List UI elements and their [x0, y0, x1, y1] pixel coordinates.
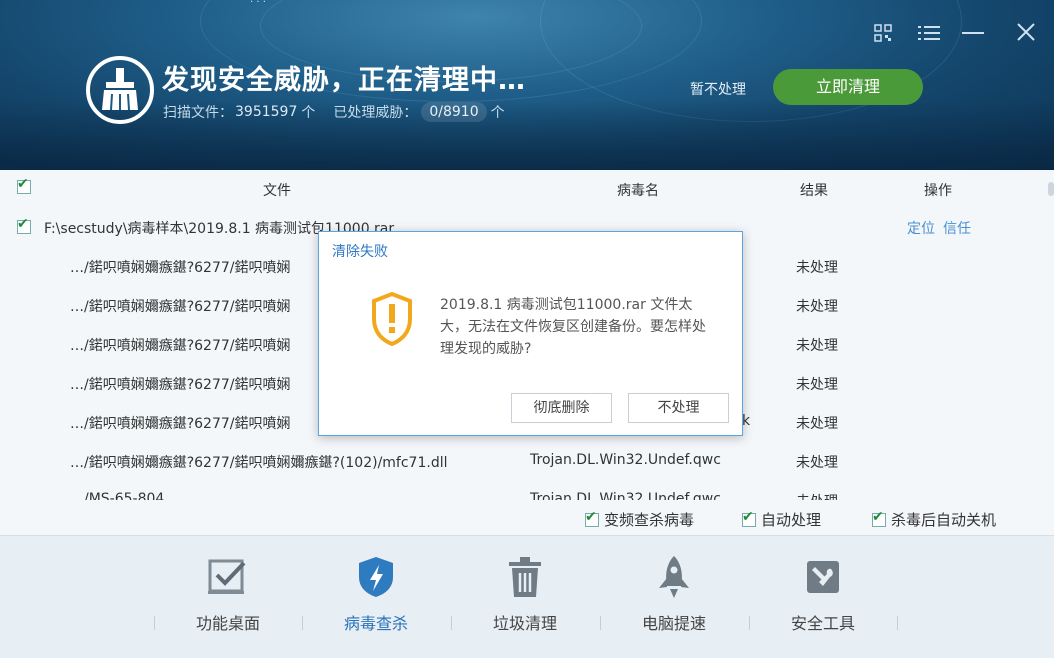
- option-label: 变频查杀病毒: [604, 511, 695, 529]
- clean-failed-dialog: 清除失败 2019.8.1 病毒测试包11000.rar 文件太大，无法在文件恢…: [318, 231, 743, 436]
- skip-button[interactable]: 不处理: [628, 393, 729, 423]
- result-cell: 未处理: [796, 416, 838, 432]
- scan-label: 扫描文件：: [163, 105, 233, 121]
- rocket-icon: [604, 550, 744, 604]
- warning-shield-icon: [372, 291, 412, 347]
- qrcode-icon[interactable]: [870, 22, 896, 48]
- scrollbar-thumb[interactable]: [1048, 182, 1054, 196]
- page-title: 发现安全威胁，正在清理中…: [162, 65, 526, 96]
- separator: [600, 616, 601, 630]
- bottom-toolbar: 功能桌面 病毒查杀 垃圾清理 电脑提速 安全工具: [0, 535, 1054, 658]
- ignore-button[interactable]: 暂不处理: [690, 79, 746, 99]
- column-action: 操作: [924, 183, 952, 199]
- toolbox-icon: [753, 550, 893, 604]
- broom-logo-icon: [86, 56, 154, 124]
- result-cell: 未处理: [796, 491, 838, 500]
- scan-count: 3951597: [235, 104, 298, 120]
- file-cell: …/鍩呮噴娴嬭瘯鍖?6277/鍩呮噴娴嬭瘯鍖?(102)/mfc71.dll: [70, 455, 448, 471]
- column-result: 结果: [800, 183, 828, 199]
- menu-icon[interactable]: [916, 22, 942, 48]
- threat-unit: 个: [490, 105, 505, 121]
- file-cell: …/鍩呮噴娴嬭瘯鍖?6277/鍩呮噴娴: [70, 260, 291, 276]
- separator: [154, 616, 155, 630]
- options-bar: 变频查杀病毒 自动处理 杀毒后自动关机: [0, 500, 1054, 535]
- table-header: 文件 病毒名 结果 操作: [0, 170, 1054, 206]
- dialog-message: 2019.8.1 病毒测试包11000.rar 文件太大，无法在文件恢复区创建备…: [440, 297, 706, 357]
- option-checkbox[interactable]: [742, 509, 756, 527]
- row-checkbox[interactable]: [17, 216, 31, 234]
- tool-label: 病毒查杀: [343, 614, 408, 633]
- tool-virus-scan[interactable]: 病毒查杀: [306, 550, 446, 634]
- locate-link[interactable]: 定位: [907, 218, 935, 238]
- result-cell: 未处理: [796, 455, 838, 471]
- tool-label: 电脑提速: [641, 614, 706, 633]
- tool-junk-clean[interactable]: 垃圾清理: [455, 550, 595, 634]
- separator: [897, 616, 898, 630]
- tool-speedup[interactable]: 电脑提速: [604, 550, 744, 634]
- result-cell: 未处理: [796, 260, 838, 276]
- threat-label: 已处理威胁：: [333, 105, 418, 121]
- dialog-title: 清除失败: [332, 244, 388, 260]
- virus-cell: Trojan.DL.Win32.Undef.qwc: [530, 491, 721, 500]
- result-cell: 未处理: [796, 377, 838, 393]
- option-frequency-scan[interactable]: 变频查杀病毒: [585, 509, 694, 530]
- separator: [451, 616, 452, 630]
- trash-icon: [455, 550, 595, 604]
- table-row[interactable]: …/鍩呮噴娴嬭瘯鍖?6277/鍩呮噴娴嬭瘯鍖?(102)/mfc71.dll T…: [0, 442, 1046, 480]
- trust-link[interactable]: 信任: [943, 218, 971, 238]
- clean-now-button[interactable]: 立即清理: [773, 69, 923, 105]
- select-all-checkbox[interactable]: [17, 176, 31, 194]
- virus-cell: k: [742, 413, 751, 429]
- option-auto-handle[interactable]: 自动处理: [742, 509, 821, 530]
- column-file: 文件: [263, 183, 291, 199]
- option-label: 杀毒后自动关机: [891, 511, 997, 529]
- column-virus: 病毒名: [617, 183, 659, 199]
- separator: [749, 616, 750, 630]
- option-label: 自动处理: [761, 511, 822, 529]
- tool-security-tools[interactable]: 安全工具: [753, 550, 893, 634]
- virus-cell: Trojan.DL.Win32.Undef.qwc: [530, 452, 721, 468]
- threat-progress: 0/8910: [421, 102, 487, 122]
- file-cell: …/MS-65-804: [70, 491, 165, 500]
- header-banner: · · · 发现安全威胁，正在清理中… 扫描文件： 3951597 个 已处理威…: [0, 0, 1054, 170]
- minimize-icon[interactable]: [960, 22, 986, 48]
- close-icon[interactable]: [1013, 22, 1039, 48]
- scan-stats: 扫描文件： 3951597 个 已处理威胁： 0/8910 个: [163, 102, 505, 122]
- option-checkbox[interactable]: [585, 509, 599, 527]
- option-checkbox[interactable]: [872, 509, 886, 527]
- separator: [302, 616, 303, 630]
- result-cell: 未处理: [796, 299, 838, 315]
- window-title-strip: · · ·: [250, 0, 266, 8]
- result-cell: 未处理: [796, 338, 838, 354]
- option-auto-shutdown[interactable]: 杀毒后自动关机: [872, 509, 996, 530]
- file-cell: …/鍩呮噴娴嬭瘯鍖?6277/鍩呮噴娴: [70, 416, 291, 432]
- delete-permanently-button[interactable]: 彻底删除: [511, 393, 612, 423]
- tool-label: 安全工具: [790, 614, 855, 633]
- scan-unit: 个: [301, 105, 316, 121]
- shield-bolt-icon: [306, 550, 446, 604]
- desktop-check-icon: [158, 550, 298, 604]
- tool-desktop[interactable]: 功能桌面: [158, 550, 298, 634]
- tool-label: 垃圾清理: [492, 614, 557, 633]
- file-cell: …/鍩呮噴娴嬭瘯鍖?6277/鍩呮噴娴: [70, 338, 291, 354]
- file-cell: …/鍩呮噴娴嬭瘯鍖?6277/鍩呮噴娴: [70, 299, 291, 315]
- table-row[interactable]: …/MS-65-804 Trojan.DL.Win32.Undef.qwc 未处…: [0, 481, 1046, 500]
- file-cell: …/鍩呮噴娴嬭瘯鍖?6277/鍩呮噴娴: [70, 377, 291, 393]
- tool-label: 功能桌面: [195, 614, 260, 633]
